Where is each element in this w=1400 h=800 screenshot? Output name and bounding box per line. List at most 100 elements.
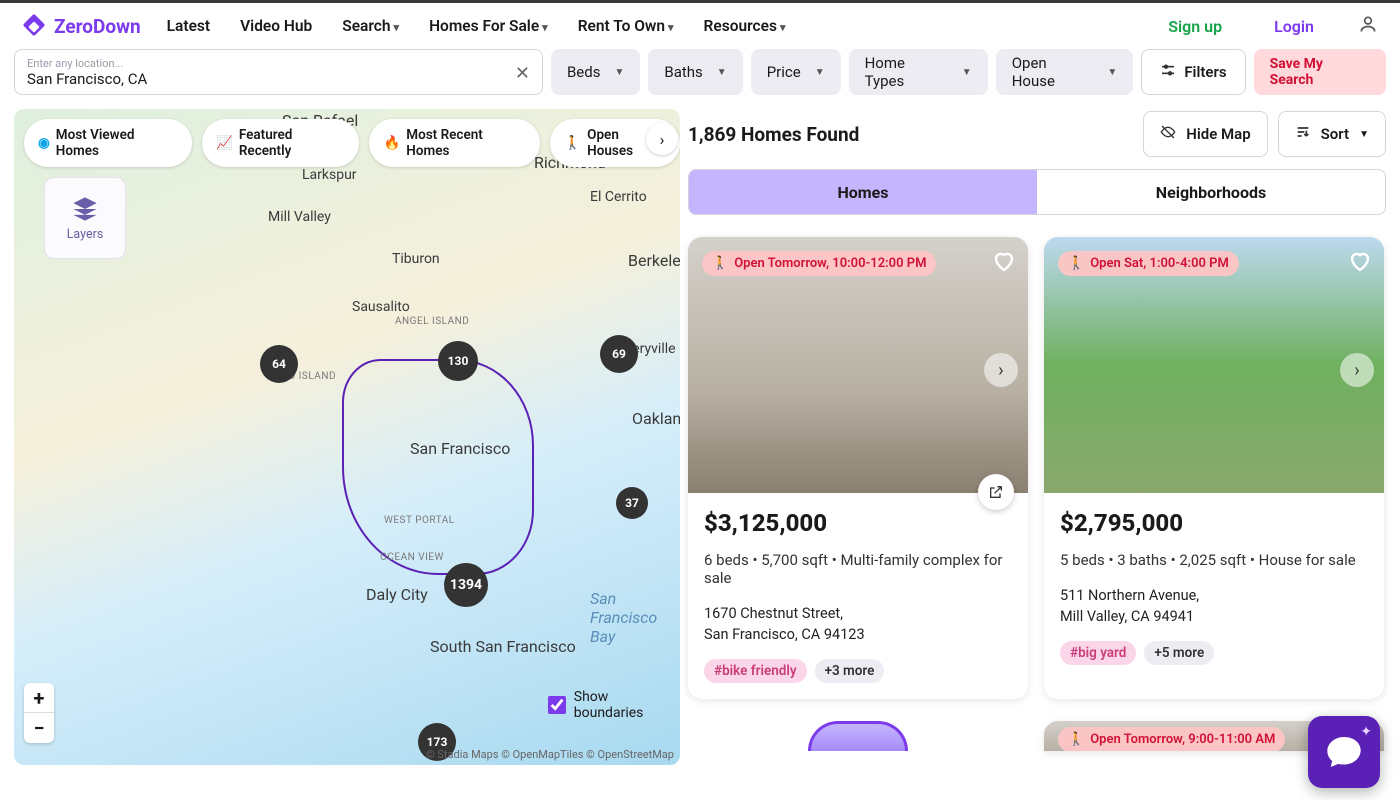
caret-down-icon: ▼ [1107, 67, 1117, 78]
caret-down-icon: ▼ [815, 67, 825, 78]
walk-icon: 🚶 [564, 135, 581, 151]
caret-down-icon: ▼ [1359, 129, 1369, 140]
nav-search[interactable]: Search▾ [342, 17, 399, 35]
chip-scroll-right[interactable]: › [646, 123, 678, 155]
filter-baths[interactable]: Baths▼ [648, 49, 742, 95]
map-label: Mill Valley [268, 209, 331, 225]
sparkle-icon: ✦ [1360, 724, 1372, 740]
filters-button[interactable]: Filters [1141, 49, 1245, 95]
filter-home-types[interactable]: Home Types▼ [849, 49, 988, 95]
chart-icon: 📈 [216, 135, 233, 151]
results-tabs: Homes Neighborhoods [688, 169, 1386, 215]
listing-image: 🚶Open Tomorrow, 10:00-12:00 PM › [688, 237, 1028, 493]
map-cluster[interactable]: 64 [260, 345, 298, 383]
sort-button[interactable]: Sort▼ [1278, 111, 1386, 157]
map-cluster[interactable]: 69 [600, 335, 638, 373]
chip-most-recent[interactable]: 🔥Most Recent Homes [369, 119, 540, 167]
external-link-button[interactable] [978, 474, 1014, 510]
open-house-badge: 🚶Open Tomorrow, 10:00-12:00 PM [702, 251, 936, 276]
favorite-button[interactable] [1348, 249, 1372, 277]
listing-card[interactable]: 🚶Open Sat, 1:00-4:00 PM › $2,795,000 5 b… [1044, 237, 1384, 699]
listing-image: 🚶Open Sat, 1:00-4:00 PM › [1044, 237, 1384, 493]
listing-address: 1670 Chestnut Street,San Francisco, CA 9… [704, 603, 1012, 645]
location-search[interactable]: Enter any location... San Francisco, CA … [14, 49, 543, 95]
nav-video-hub[interactable]: Video Hub [240, 17, 312, 35]
chevron-down-icon: ▾ [394, 21, 400, 34]
promo-card[interactable] [688, 721, 1028, 751]
save-search-button[interactable]: Save My Search [1254, 49, 1386, 95]
map-label: OCEAN VIEW [380, 552, 444, 563]
image-next[interactable]: › [1340, 353, 1374, 387]
zoom-control: + − [24, 683, 54, 743]
signup-link[interactable]: Sign up [1168, 17, 1222, 36]
map-cluster[interactable]: 1394 [444, 563, 488, 607]
tab-homes[interactable]: Homes [689, 170, 1037, 214]
nav-homes-for-sale[interactable]: Homes For Sale▾ [429, 17, 548, 35]
map[interactable]: ◉Most Viewed Homes 📈Featured Recently 🔥M… [14, 109, 680, 765]
listing-tag[interactable]: #bike friendly [704, 659, 807, 683]
header: ZeroDown Latest Video Hub Search▾ Homes … [0, 3, 1400, 49]
clear-icon[interactable]: ✕ [515, 63, 530, 84]
brand-name: ZeroDown [54, 15, 141, 38]
chevron-down-icon: ▾ [668, 21, 674, 34]
caret-down-icon: ▼ [962, 67, 972, 78]
favorite-button[interactable] [992, 249, 1016, 277]
boundaries-checkbox[interactable] [548, 696, 566, 714]
map-label: Larkspur [302, 167, 357, 183]
listing-specs: 5 beds • 3 baths • 2,025 sqft • House fo… [1060, 551, 1368, 569]
eye-icon: ◉ [38, 135, 50, 151]
chat-widget[interactable]: ✦ [1308, 716, 1380, 788]
sliders-icon [1160, 62, 1176, 82]
hide-map-button[interactable]: Hide Map [1143, 111, 1267, 157]
map-label: Oakland [632, 409, 680, 428]
map-label: Sausalito [352, 299, 410, 315]
layers-button[interactable]: Layers [44, 177, 126, 259]
walk-icon: 🚶 [712, 256, 728, 271]
chevron-down-icon: ▾ [542, 21, 548, 34]
login-link[interactable]: Login [1274, 17, 1314, 36]
main-nav: Latest Video Hub Search▾ Homes For Sale▾… [167, 17, 786, 35]
listing-price: $3,125,000 [704, 509, 1012, 537]
filter-beds[interactable]: Beds▼ [551, 49, 640, 95]
results-panel: 1,869 Homes Found Hide Map Sort▼ Homes N… [688, 109, 1386, 765]
logo-icon [22, 13, 48, 39]
nav-latest[interactable]: Latest [167, 17, 210, 35]
sort-icon [1295, 124, 1311, 144]
tab-neighborhoods[interactable]: Neighborhoods [1037, 170, 1385, 214]
eye-off-icon [1160, 124, 1176, 144]
map-cluster[interactable]: 130 [438, 341, 478, 381]
zoom-out[interactable]: − [24, 713, 54, 743]
listing-price: $2,795,000 [1060, 509, 1368, 537]
nav-rent-to-own[interactable]: Rent To Own▾ [578, 17, 674, 35]
map-label: ANGEL ISLAND [395, 316, 469, 327]
listing-tag-more[interactable]: +5 more [1144, 641, 1214, 665]
filter-bar: Enter any location... San Francisco, CA … [0, 49, 1400, 109]
map-label: San Francisco [410, 439, 510, 458]
listing-tag-more[interactable]: +3 more [815, 659, 885, 683]
open-house-badge: 🚶Open Tomorrow, 9:00-11:00 AM [1058, 727, 1285, 751]
listing-tag[interactable]: #big yard [1060, 641, 1136, 665]
search-value: San Francisco, CA [27, 70, 530, 88]
map-attribution: © Stadia Maps © OpenMapTiles © OpenStree… [426, 748, 674, 761]
walk-icon: 🚶 [1068, 732, 1084, 747]
zoom-in[interactable]: + [24, 683, 54, 713]
caret-down-icon: ▼ [717, 67, 727, 78]
caret-down-icon: ▼ [614, 67, 624, 78]
chip-featured[interactable]: 📈Featured Recently [202, 119, 359, 167]
layers-icon [71, 195, 99, 223]
map-cluster[interactable]: 37 [616, 487, 648, 519]
listing-card[interactable]: 🚶Open Tomorrow, 10:00-12:00 PM › $3,125,… [688, 237, 1028, 699]
fire-icon: 🔥 [383, 135, 400, 151]
nav-resources[interactable]: Resources▾ [704, 17, 786, 35]
map-label: South San Francisco [430, 637, 576, 656]
promo-avatar [808, 721, 908, 751]
user-icon[interactable] [1358, 14, 1378, 38]
filter-open-house[interactable]: Open House▼ [996, 49, 1134, 95]
image-next[interactable]: › [984, 353, 1018, 387]
chip-most-viewed[interactable]: ◉Most Viewed Homes [24, 119, 192, 167]
results-count: 1,869 Homes Found [688, 123, 859, 146]
filter-price[interactable]: Price▼ [751, 49, 841, 95]
show-boundaries[interactable]: Show boundaries [548, 689, 680, 721]
map-label: Daly City [366, 585, 428, 604]
logo[interactable]: ZeroDown [22, 13, 141, 39]
